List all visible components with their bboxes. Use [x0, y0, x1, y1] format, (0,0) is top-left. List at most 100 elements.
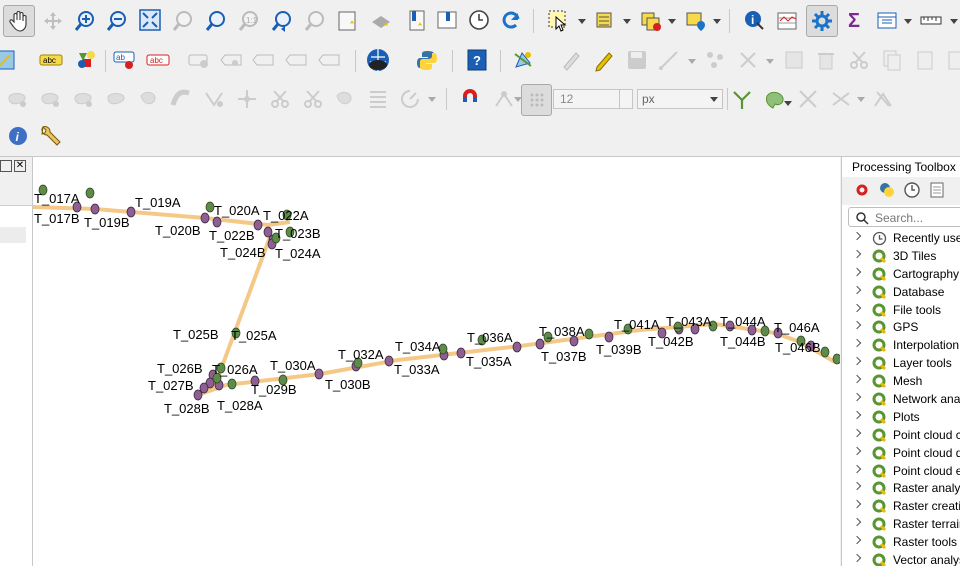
tree-item-raster-terrain[interactable]: Raster terrain analysis: [842, 515, 960, 533]
temporal-controller-icon[interactable]: [466, 7, 492, 33]
zoom-in-icon[interactable]: [72, 8, 98, 34]
processing-toolbox-icon[interactable]: [806, 5, 838, 37]
chevron-right-icon[interactable]: [852, 267, 862, 277]
help-icon[interactable]: ?: [464, 48, 490, 72]
results-viewer-icon[interactable]: [928, 181, 946, 199]
statistics-icon[interactable]: Σ: [842, 7, 868, 33]
label-pin-icon[interactable]: ab: [112, 48, 138, 72]
python-icon[interactable]: [878, 181, 896, 199]
label-style-icon[interactable]: [73, 48, 99, 72]
chevron-down-icon[interactable]: [668, 19, 676, 24]
delete-selected-icon[interactable]: [813, 48, 839, 72]
offset-point-disabled-icon[interactable]: [397, 86, 423, 112]
undo-icon[interactable]: [944, 48, 960, 72]
tree-item-interpolation[interactable]: Interpolation: [842, 336, 960, 354]
tree-item-mesh[interactable]: Mesh: [842, 372, 960, 390]
snapping-intersection-icon[interactable]: [828, 86, 854, 112]
measure-icon[interactable]: [918, 7, 944, 33]
tree-item-point-cloud-extraction[interactable]: Point cloud extraction: [842, 462, 960, 480]
delete-ring-disabled-icon[interactable]: [136, 86, 162, 112]
tree-item-raster-tools[interactable]: Raster tools: [842, 533, 960, 551]
spin-arrows-icon[interactable]: [619, 90, 632, 108]
self-snapping-icon[interactable]: [870, 86, 896, 112]
deselect-icon[interactable]: [638, 7, 664, 33]
tree-item-point-cloud-data[interactable]: Point cloud data management: [842, 444, 960, 462]
label-highlight-icon[interactable]: abc: [145, 48, 171, 72]
chevron-right-icon[interactable]: [852, 446, 862, 455]
field-calculator-icon[interactable]: [874, 7, 900, 33]
split-features-disabled-icon[interactable]: [234, 86, 260, 112]
chevron-down-icon[interactable]: [578, 19, 586, 24]
label-abc-icon[interactable]: abc: [38, 48, 64, 72]
chevron-down-icon[interactable]: [428, 97, 436, 102]
chevron-right-icon[interactable]: [852, 321, 862, 330]
zoom-last-icon[interactable]: [269, 8, 295, 34]
chevron-right-icon[interactable]: [852, 553, 862, 563]
chevron-down-icon[interactable]: [766, 59, 774, 64]
snapping-unit-select[interactable]: px: [637, 89, 723, 109]
merge-attributes-disabled-icon[interactable]: [332, 86, 358, 112]
identify-icon[interactable]: i: [741, 7, 767, 33]
add-line-icon[interactable]: [656, 48, 682, 72]
tree-item-file-tools[interactable]: File tools: [842, 301, 960, 319]
split-parts-disabled-icon[interactable]: [267, 86, 293, 112]
processing-search-input[interactable]: Search...: [848, 207, 960, 227]
tree-item-vector-analysis[interactable]: Vector analysis: [842, 551, 960, 566]
attribute-table-icon[interactable]: [774, 7, 800, 33]
fill-ring-disabled-icon[interactable]: [103, 86, 129, 112]
tree-item-gps[interactable]: GPS: [842, 318, 960, 336]
paste-icon[interactable]: [912, 48, 938, 72]
chevron-right-icon[interactable]: [852, 392, 862, 402]
chevron-down-icon[interactable]: [857, 97, 865, 102]
save-edits-icon[interactable]: [624, 48, 650, 72]
select-by-value-icon[interactable]: [592, 7, 618, 33]
info-icon[interactable]: i: [7, 125, 29, 147]
label-rotate-icon[interactable]: [283, 48, 309, 72]
new-bookmark-icon[interactable]: [335, 8, 361, 34]
chevron-right-icon[interactable]: [852, 482, 862, 491]
snap-to-grid-icon[interactable]: [521, 84, 552, 116]
pan-to-selection-icon[interactable]: [40, 8, 66, 34]
chevron-right-icon[interactable]: [852, 231, 862, 241]
tree-item-plots[interactable]: Plots: [842, 408, 960, 426]
wrench-icon[interactable]: [38, 124, 64, 150]
chevron-down-icon[interactable]: [904, 19, 912, 24]
magnet-icon[interactable]: [457, 86, 483, 112]
snapping-tolerance-spinbox[interactable]: 12: [553, 89, 633, 109]
zoom-full-icon[interactable]: [137, 7, 163, 33]
chevron-right-icon[interactable]: [852, 339, 862, 348]
add-part-disabled-icon[interactable]: [70, 86, 96, 112]
map-canvas[interactable]: T_017A T_017B T_019B T_019A T_020B T_020A T_02…: [33, 157, 840, 566]
digitize-icon[interactable]: [0, 48, 18, 72]
close-icon[interactable]: ✕: [14, 160, 26, 172]
modify-attributes-icon[interactable]: [781, 48, 807, 72]
refresh-icon[interactable]: [498, 7, 524, 33]
new-bookmark-icon-2[interactable]: [404, 7, 430, 33]
label-pin-disabled-icon[interactable]: [186, 48, 212, 72]
reshape-features-disabled-icon[interactable]: [201, 86, 227, 112]
chevron-down-icon[interactable]: [623, 19, 631, 24]
chevron-right-icon[interactable]: [852, 410, 862, 420]
zoom-native-icon[interactable]: 1:1: [236, 8, 262, 34]
zoom-to-layer-icon[interactable]: [203, 8, 229, 34]
chevron-right-icon[interactable]: [852, 356, 862, 366]
rotate-point-symbols-disabled-icon[interactable]: [365, 86, 391, 112]
map-svg[interactable]: T_017AT_017B T_019BT_019AT_020BT_020AT_02…: [33, 157, 840, 566]
cut-icon[interactable]: [846, 48, 872, 72]
zoom-out-icon[interactable]: [104, 8, 130, 34]
history-icon[interactable]: [903, 181, 921, 199]
tree-item-network-analysis[interactable]: Network analysis: [842, 390, 960, 408]
vertex-tool-icon[interactable]: [510, 48, 536, 72]
float-icon[interactable]: [0, 160, 12, 172]
chevron-down-icon[interactable]: [784, 101, 792, 106]
reshape-disabled-icon[interactable]: [4, 86, 30, 112]
avoid-overlap-icon[interactable]: [795, 86, 821, 112]
chevron-right-icon[interactable]: [852, 428, 862, 438]
copy-icon[interactable]: [879, 48, 905, 72]
tree-item-point-cloud-conversion[interactable]: Point cloud conversion: [842, 426, 960, 444]
label-move-icon[interactable]: [250, 48, 276, 72]
chevron-right-icon[interactable]: [852, 518, 862, 527]
zoom-to-selection-icon[interactable]: [170, 8, 196, 34]
merge-features-disabled-icon[interactable]: [300, 86, 326, 112]
chevron-down-icon[interactable]: [713, 19, 721, 24]
